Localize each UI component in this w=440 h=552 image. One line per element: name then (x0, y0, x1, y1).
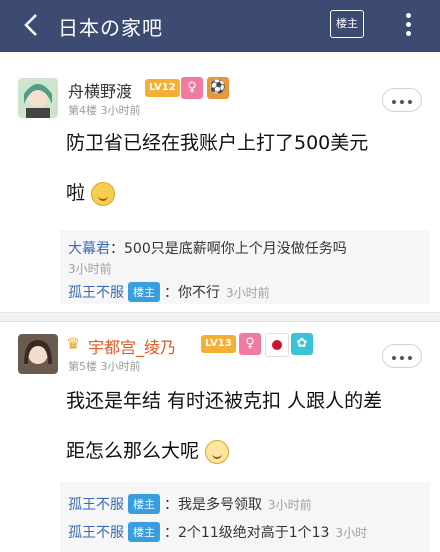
username[interactable]: 宇都宫_绫乃 (88, 334, 176, 358)
more-options-button[interactable] (382, 88, 422, 112)
post-content: 防卫省已经在我账户上打了500美元 啦 (66, 132, 369, 206)
more-vertical-icon[interactable] (398, 10, 418, 40)
post-meta: 第4楼 3小时前 (68, 104, 141, 117)
female-icon: ♀ (239, 333, 261, 355)
forum-title: 日本の家吧 (58, 16, 163, 40)
female-icon: ♀ (181, 77, 203, 99)
level-badge: LV12 (145, 79, 180, 97)
grin-emoji-icon (91, 181, 116, 206)
japan-flag-icon (265, 333, 289, 357)
owner-tag: 楼主 (128, 282, 160, 302)
owner-tag: 楼主 (128, 494, 160, 514)
football-icon: ⚽ (207, 77, 229, 99)
owner-only-button[interactable]: 楼主 (330, 10, 364, 38)
more-options-button[interactable] (382, 344, 422, 368)
avatar[interactable] (18, 334, 58, 374)
back-arrow-icon[interactable] (18, 10, 48, 40)
crown-icon: ♛ (66, 334, 81, 353)
reply-item[interactable]: 孤王不服 楼主 ：你不行 3小时前 (68, 282, 270, 302)
reply-item[interactable]: 大幕君：500只是底薪啊你上个月没做任务吗 (68, 238, 347, 258)
surprised-emoji-icon (205, 439, 230, 464)
reply-item[interactable]: 孤王不服 楼主 ：我是多号领取 3小时前 (68, 494, 312, 514)
avatar[interactable] (18, 78, 58, 118)
post-meta: 第5楼 3小时前 (68, 360, 141, 373)
owner-tag: 楼主 (128, 522, 160, 542)
reply-item[interactable]: 孤王不服 楼主 ：2个11级绝对高于1个13 3小时 (68, 522, 367, 542)
username[interactable]: 舟横野渡 (68, 78, 132, 102)
reply-time: 3小时前 (68, 262, 112, 276)
bow-icon: ✿ (291, 333, 313, 355)
post-content: 我还是年结 有时还被克扣 人跟人的差 距怎么那么大呢 (66, 390, 383, 464)
top-bar: 日本の家吧 楼主 (0, 0, 440, 52)
level-badge: LV13 (201, 335, 236, 353)
post-divider (0, 312, 440, 322)
